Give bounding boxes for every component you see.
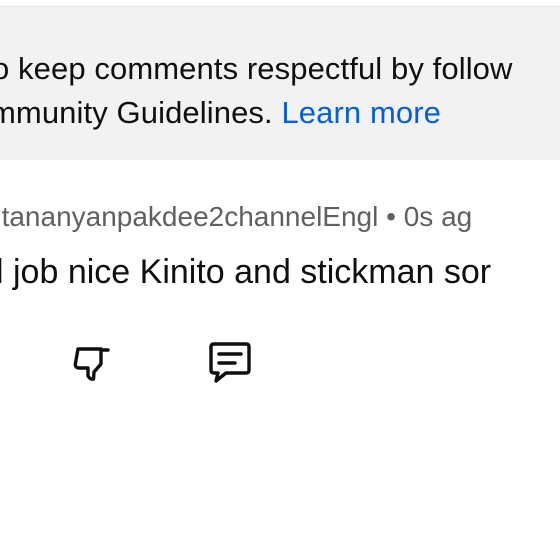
comment-reply-icon: [206, 338, 254, 386]
learn-more-link[interactable]: Learn more: [281, 95, 441, 130]
reply-button[interactable]: [202, 334, 258, 390]
community-guidelines-banner: o keep comments respectful by follow mmu…: [0, 7, 560, 160]
comment-timestamp: 0s ag: [403, 201, 473, 232]
guidelines-text-continued: mmunity Guidelines.: [0, 95, 282, 130]
top-divider: [0, 0, 560, 7]
thumbs-down-icon: [70, 340, 114, 384]
comment-author[interactable]: gtananyanpakdee2channelEngl: [0, 201, 378, 232]
guidelines-text-line-1: o keep comments respectful by follow: [0, 49, 513, 89]
comment-header: gtananyanpakdee2channelEngl • 0s ag: [0, 198, 472, 236]
comment-body: l job nice Kinito and stickman sor: [0, 253, 492, 291]
dislike-button[interactable]: [64, 334, 120, 390]
guidelines-text: o keep comments respectful by follow: [0, 51, 513, 86]
guidelines-text-line-2: mmunity Guidelines. Learn more: [0, 93, 441, 133]
meta-separator: •: [378, 201, 404, 232]
